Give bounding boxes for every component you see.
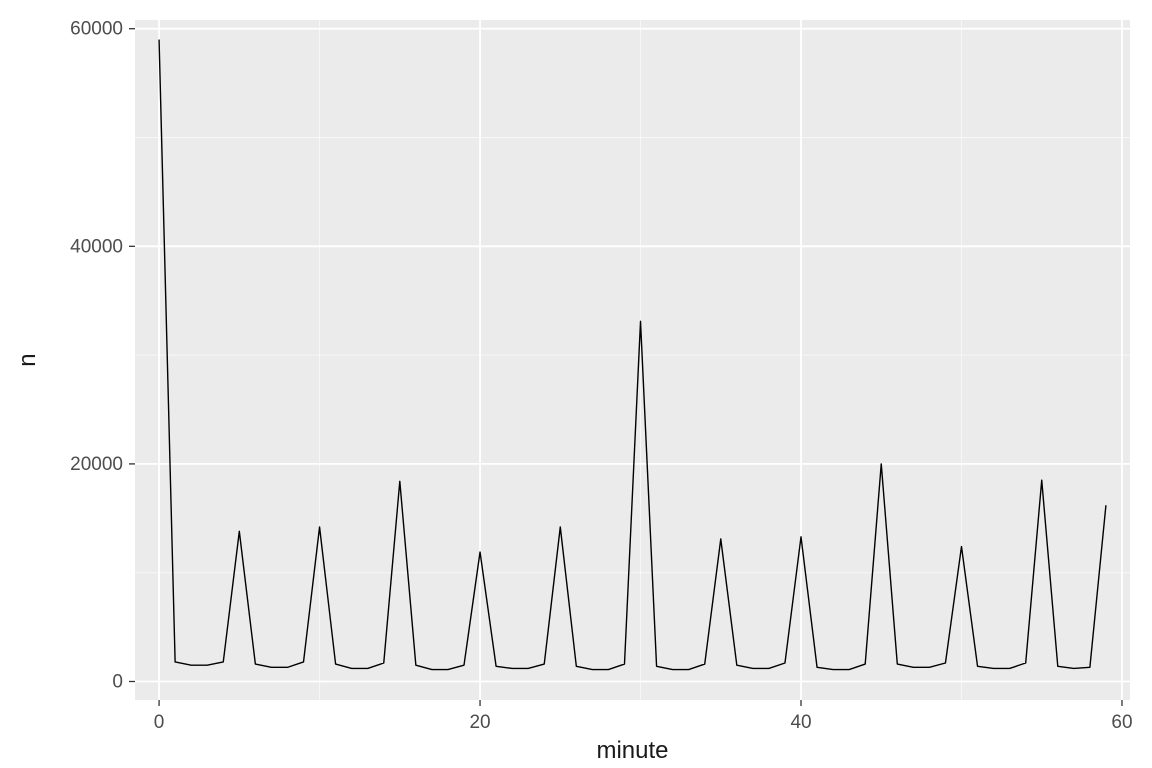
x-tick-label: 60 xyxy=(1111,712,1132,733)
x-tick-label: 0 xyxy=(154,712,165,733)
x-tick-label: 20 xyxy=(469,712,490,733)
x-axis-title: minute xyxy=(596,737,668,764)
x-axis-ticks xyxy=(159,700,1122,706)
y-tick-label: 40000 xyxy=(70,236,123,257)
x-tick-label: 40 xyxy=(790,712,811,733)
y-tick-label: 20000 xyxy=(70,454,123,475)
y-tick-label: 60000 xyxy=(70,19,123,40)
y-axis-title: n xyxy=(14,353,41,366)
chart-container: 0 20 40 60 0 20000 40000 60000 minute n xyxy=(0,0,1152,768)
y-axis-ticks xyxy=(129,29,135,682)
y-tick-label: 0 xyxy=(112,672,123,693)
line-chart: 0 20 40 60 0 20000 40000 60000 minute n xyxy=(0,0,1152,768)
plot-panel xyxy=(135,20,1130,700)
y-axis-tick-labels: 0 20000 40000 60000 xyxy=(70,19,123,693)
x-axis-tick-labels: 0 20 40 60 xyxy=(154,712,1133,733)
